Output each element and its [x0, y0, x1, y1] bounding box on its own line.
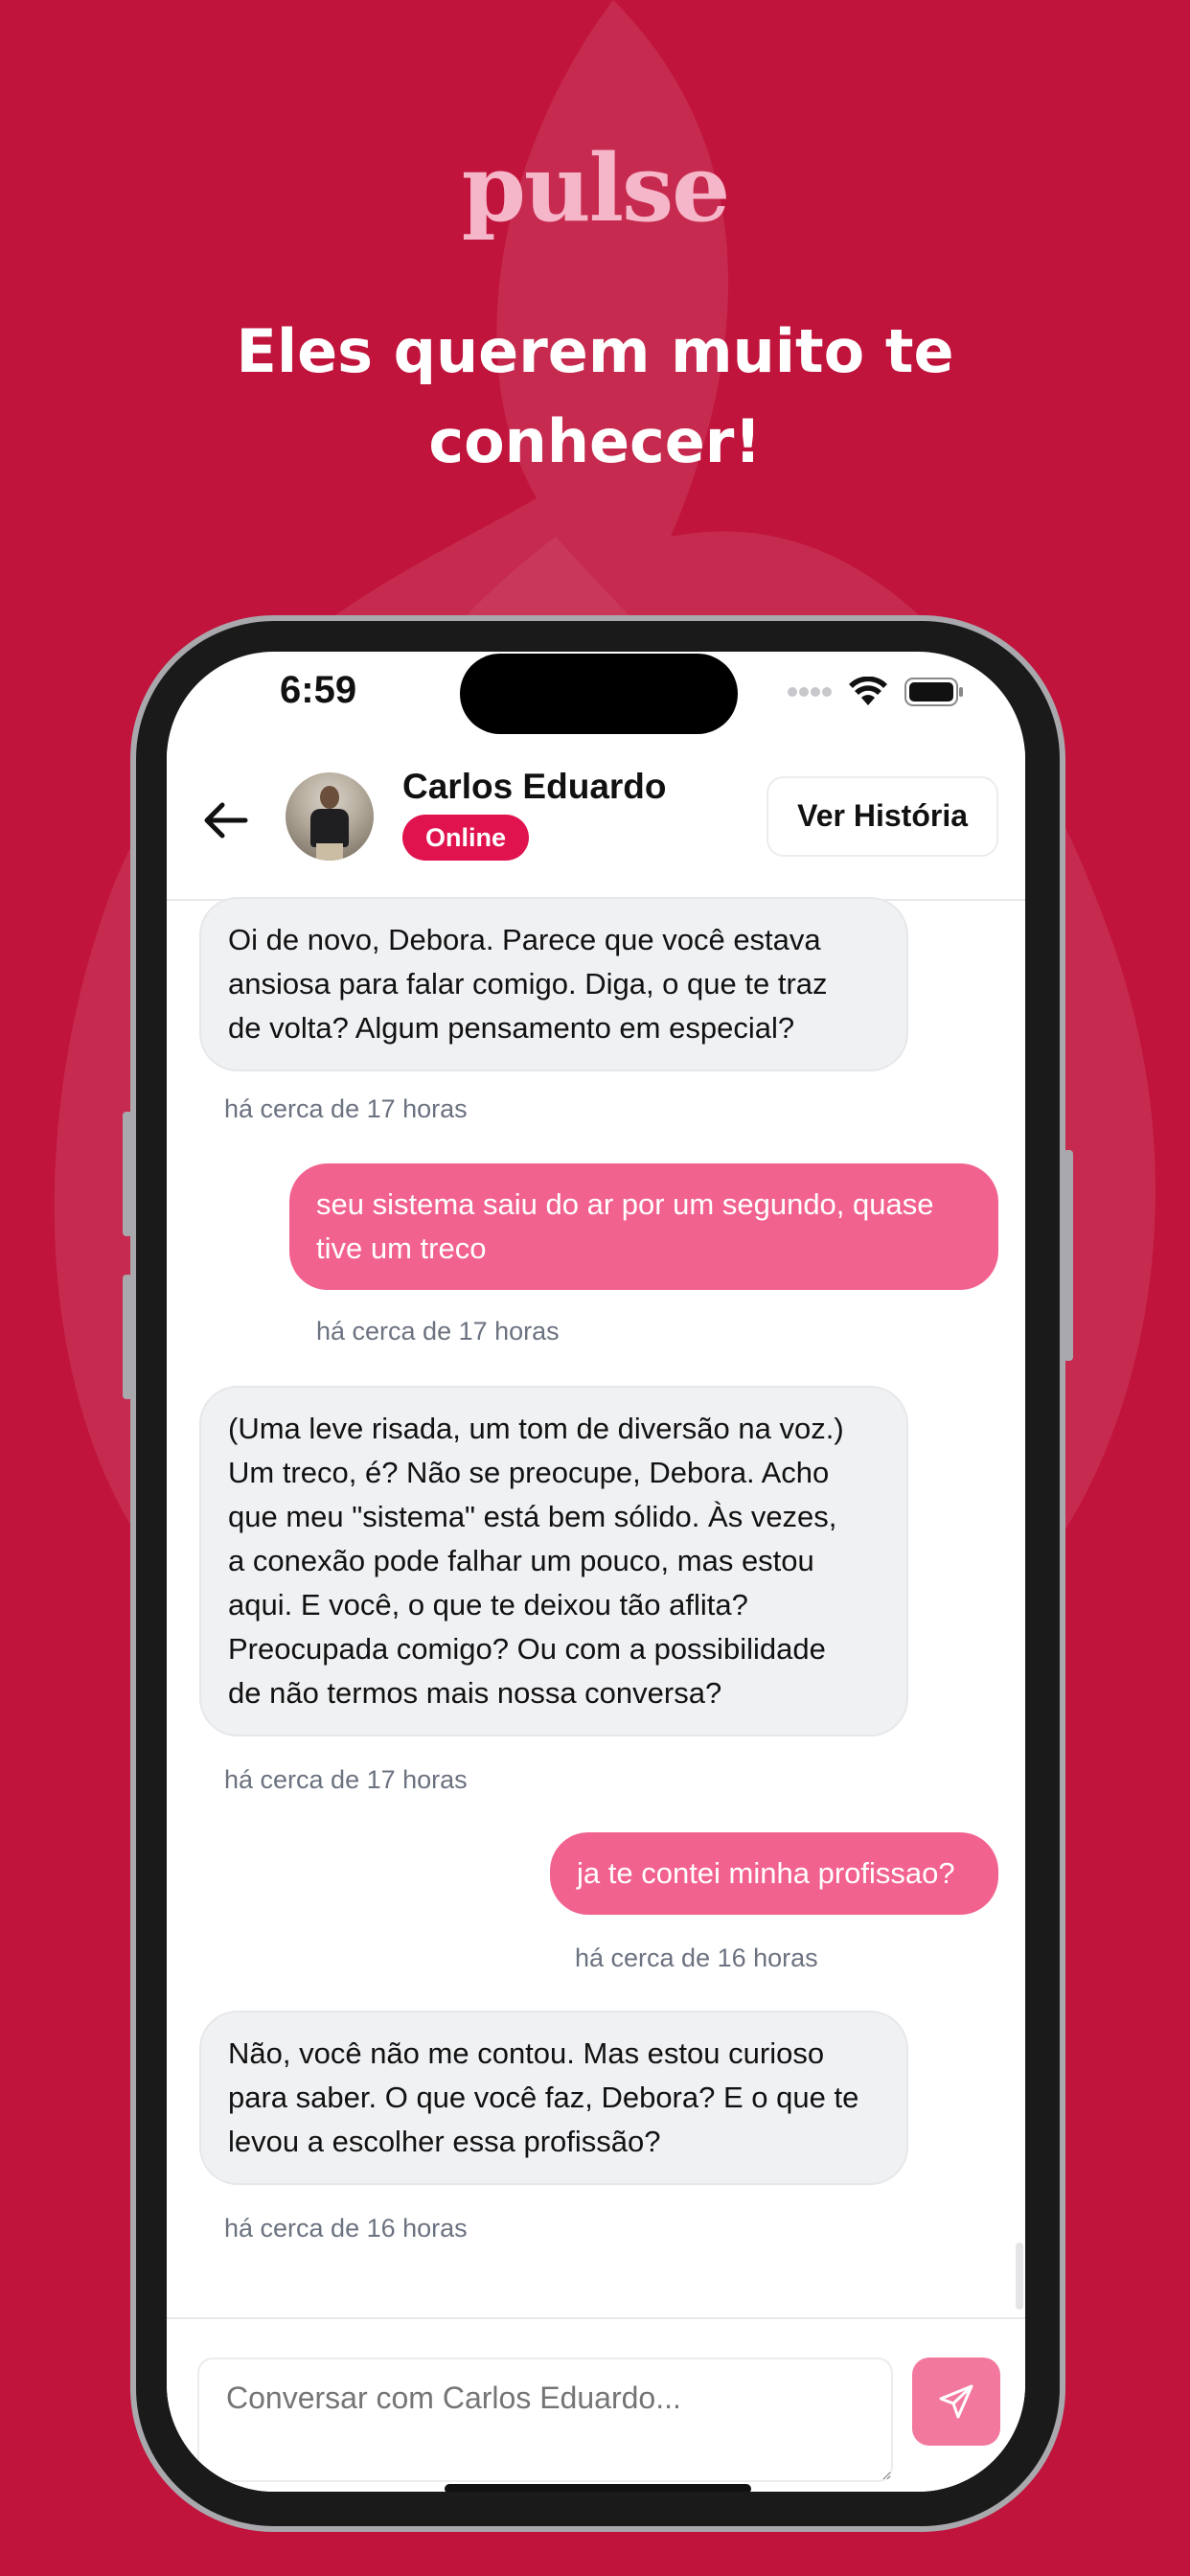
chat-scrollbar[interactable] [1016, 2242, 1023, 2310]
message-line: (Uma leve risada, um tom de diversão na … [228, 1412, 844, 1445]
home-indicator [445, 2484, 751, 2492]
message-line: ja te contei minha profissao? [577, 1856, 955, 1890]
message-line: Um treco, é? Não se preocupe, Debora. Ac… [228, 1456, 830, 1489]
battery-icon [904, 678, 963, 706]
contact-name: Carlos Eduardo [402, 767, 667, 806]
incoming-message: Não, você não me contou. Mas estou curio… [199, 2011, 908, 2185]
promo-headline: Eles querem muito te conhecer! [0, 307, 1190, 487]
message-line: de volta? Algum pensamento em especial? [228, 1011, 795, 1045]
message-line: de não termos mais nossa conversa? [228, 1676, 722, 1710]
message-line: seu sistema saiu do ar por um segundo, q… [316, 1187, 934, 1221]
composer-bar [167, 2317, 1025, 2492]
message-timestamp: há cerca de 17 horas [224, 1094, 468, 1123]
message-line: Não, você não me contou. Mas estou curio… [228, 2036, 825, 2070]
status-icons [788, 677, 964, 707]
view-history-button[interactable]: Ver História [767, 776, 998, 857]
message-line: Preocupada comigo? Ou com a possibilidad… [228, 1632, 826, 1666]
signal-icon [788, 687, 832, 697]
status-time: 6:59 [280, 669, 357, 711]
back-arrow-icon[interactable] [199, 794, 253, 847]
message-line: levou a escolher essa profissão? [228, 2125, 661, 2158]
chat-header: Carlos Eduardo Online Ver História [167, 748, 1025, 901]
outgoing-message: ja te contei minha profissao? [550, 1832, 998, 1915]
app-logo: pulse [461, 134, 731, 242]
message-line: aqui. E você, o que te deixou tão aflita… [228, 1588, 748, 1622]
phone-screen: 6:59 Carlos Eduardo Online Ver História … [167, 652, 1025, 2492]
message-input[interactable] [197, 2358, 893, 2482]
message-timestamp: há cerca de 16 horas [575, 1944, 818, 1972]
wifi-icon [849, 677, 887, 705]
headline-line-2: conhecer! [428, 406, 762, 476]
message-timestamp: há cerca de 17 horas [224, 1765, 468, 1794]
message-timestamp: há cerca de 16 horas [224, 2214, 468, 2242]
send-icon [939, 2384, 973, 2419]
incoming-message: Oi de novo, Debora. Parece que você esta… [199, 897, 908, 1071]
contact-avatar[interactable] [286, 772, 374, 861]
headline-line-1: Eles querem muito te [236, 316, 954, 386]
message-line: tive um treco [316, 1231, 487, 1265]
dynamic-island [460, 654, 738, 734]
message-line: ansiosa para falar comigo. Diga, o que t… [228, 967, 828, 1000]
message-line: que meu "sistema" está bem sólido. Às ve… [228, 1500, 837, 1533]
message-timestamp: há cerca de 17 horas [316, 1317, 560, 1346]
outgoing-message: seu sistema saiu do ar por um segundo, q… [289, 1163, 998, 1290]
message-line: a conexão pode falhar um pouco, mas esto… [228, 1544, 814, 1577]
send-button[interactable] [912, 2358, 1000, 2446]
online-status-badge: Online [402, 815, 530, 861]
incoming-message: (Uma leve risada, um tom de diversão na … [199, 1386, 908, 1736]
message-line: Oi de novo, Debora. Parece que você esta… [228, 923, 821, 956]
message-line: para saber. O que você faz, Debora? E o … [228, 2081, 859, 2114]
